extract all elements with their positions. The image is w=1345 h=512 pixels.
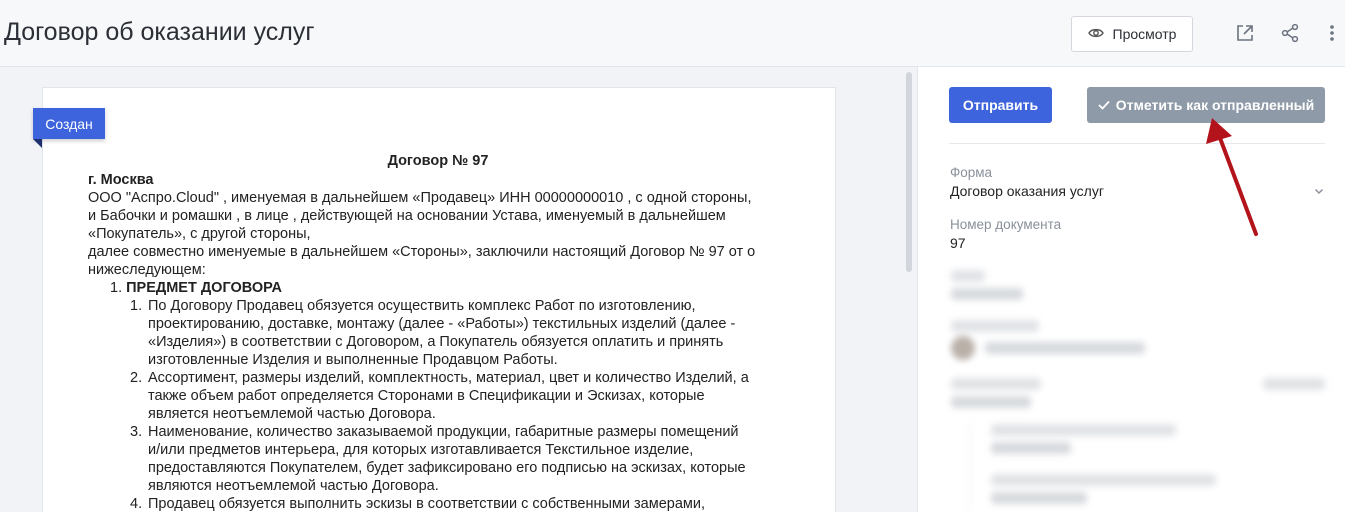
external-link-icon[interactable] [1234, 22, 1256, 44]
list-item-line: предоставляются Покупателем, будет зафик… [148, 460, 746, 476]
list-item: 1. По Договору Продавец обязуется осущес… [130, 297, 808, 369]
send-button[interactable]: Отправить [949, 87, 1052, 123]
blurred-value [951, 396, 1031, 408]
blurred-tree-line [969, 422, 970, 512]
avatar [951, 336, 975, 360]
list-item-line: и/или предметов интерьера, для которых и… [148, 442, 694, 458]
list-item: 4. Продавец обязуется выполнить эскизы в… [130, 495, 808, 512]
section-title: ПРЕДМЕТ ДОГОВОРА [126, 280, 283, 296]
blurred-value [951, 288, 1023, 300]
share-icon[interactable] [1279, 22, 1301, 44]
section-heading: 1. ПРЕДМЕТ ДОГОВОРА [110, 279, 808, 297]
document-text: Договор № 97 г. Москва ООО "Аспро.Cloud"… [88, 152, 808, 512]
blurred-details [945, 262, 1335, 512]
blurred-value [991, 442, 1071, 454]
list-item-line: является неотъемлемой частью Договора. [148, 406, 436, 422]
list-item-line: также объем работ определяется Сторонами… [148, 388, 705, 404]
blurred-label [1263, 378, 1325, 390]
blurred-label [951, 320, 1039, 332]
preview-button[interactable]: Просмотр [1071, 16, 1193, 52]
list-item-number: 2. [130, 370, 143, 386]
more-vertical-icon[interactable] [1322, 22, 1342, 44]
blurred-value [985, 342, 1145, 354]
page-title: Договор об оказании услуг [4, 18, 315, 46]
list-item-line: Наименование, количество заказываемой пр… [148, 424, 739, 440]
document-intro-line: ООО "Аспро.Cloud" , именуемая в дальнейш… [88, 190, 752, 206]
docnum-value: 97 [950, 235, 966, 251]
eye-icon [1087, 26, 1104, 42]
list-item: 2. Ассортимент, размеры изделий, комплек… [130, 369, 808, 423]
status-badge: Создан [33, 108, 105, 139]
form-field-label: Форма [950, 165, 993, 180]
list-item-line: Продавец обязуется выполнить эскизы в со… [148, 496, 705, 512]
blurred-label [991, 424, 1176, 436]
list-item-line: По Договору Продавец обязуется осуществи… [148, 298, 696, 314]
list-item-number: 4. [130, 496, 143, 512]
check-icon [1098, 97, 1110, 113]
blurred-value [991, 492, 1087, 504]
document-intro-line: далее совместно именуемые в дальнейшем «… [88, 244, 756, 260]
list-item-line: изготовленные Изделия и выполненные Прод… [148, 352, 558, 368]
blurred-label [991, 474, 1216, 486]
list-item: 3. Наименование, количество заказываемой… [130, 423, 808, 495]
list-item-number: 1. [130, 298, 143, 314]
status-badge-fold [33, 139, 42, 148]
document-scrollbar[interactable] [906, 72, 912, 272]
list-item-number: 3. [130, 424, 143, 440]
document-heading: Договор № 97 [387, 153, 489, 169]
list-item-line: являются неотъемлемой частью Договора. [148, 478, 439, 494]
blurred-label [951, 378, 1041, 390]
document-intro-line: нижеследующем: [88, 262, 206, 278]
section-number: 1. [110, 280, 123, 296]
document-intro-line: «Покупатель», с другой стороны, [88, 226, 311, 242]
form-select[interactable]: Договор оказания услуг [950, 183, 1104, 199]
blurred-label [951, 270, 985, 282]
list-item-line: Ассортимент, размеры изделий, комплектно… [148, 370, 749, 386]
docnum-field-label: Номер документа [950, 217, 1062, 232]
document-intro-line: и Бабочки и ромашки , в лице , действующ… [88, 208, 726, 224]
sidebar-divider [949, 143, 1325, 144]
list-item-line: проектированию, доставке, монтажу (далее… [148, 316, 736, 332]
chevron-down-icon[interactable] [1313, 184, 1325, 196]
mark-as-sent-label: Отметить как отправленный [1115, 97, 1315, 113]
document-city: г. Москва [88, 172, 154, 188]
mark-as-sent-button[interactable]: Отметить как отправленный [1087, 87, 1325, 123]
list-item-line: «Изделия») в соответствии с Договором, а… [148, 334, 724, 350]
preview-button-label: Просмотр [1112, 26, 1177, 42]
